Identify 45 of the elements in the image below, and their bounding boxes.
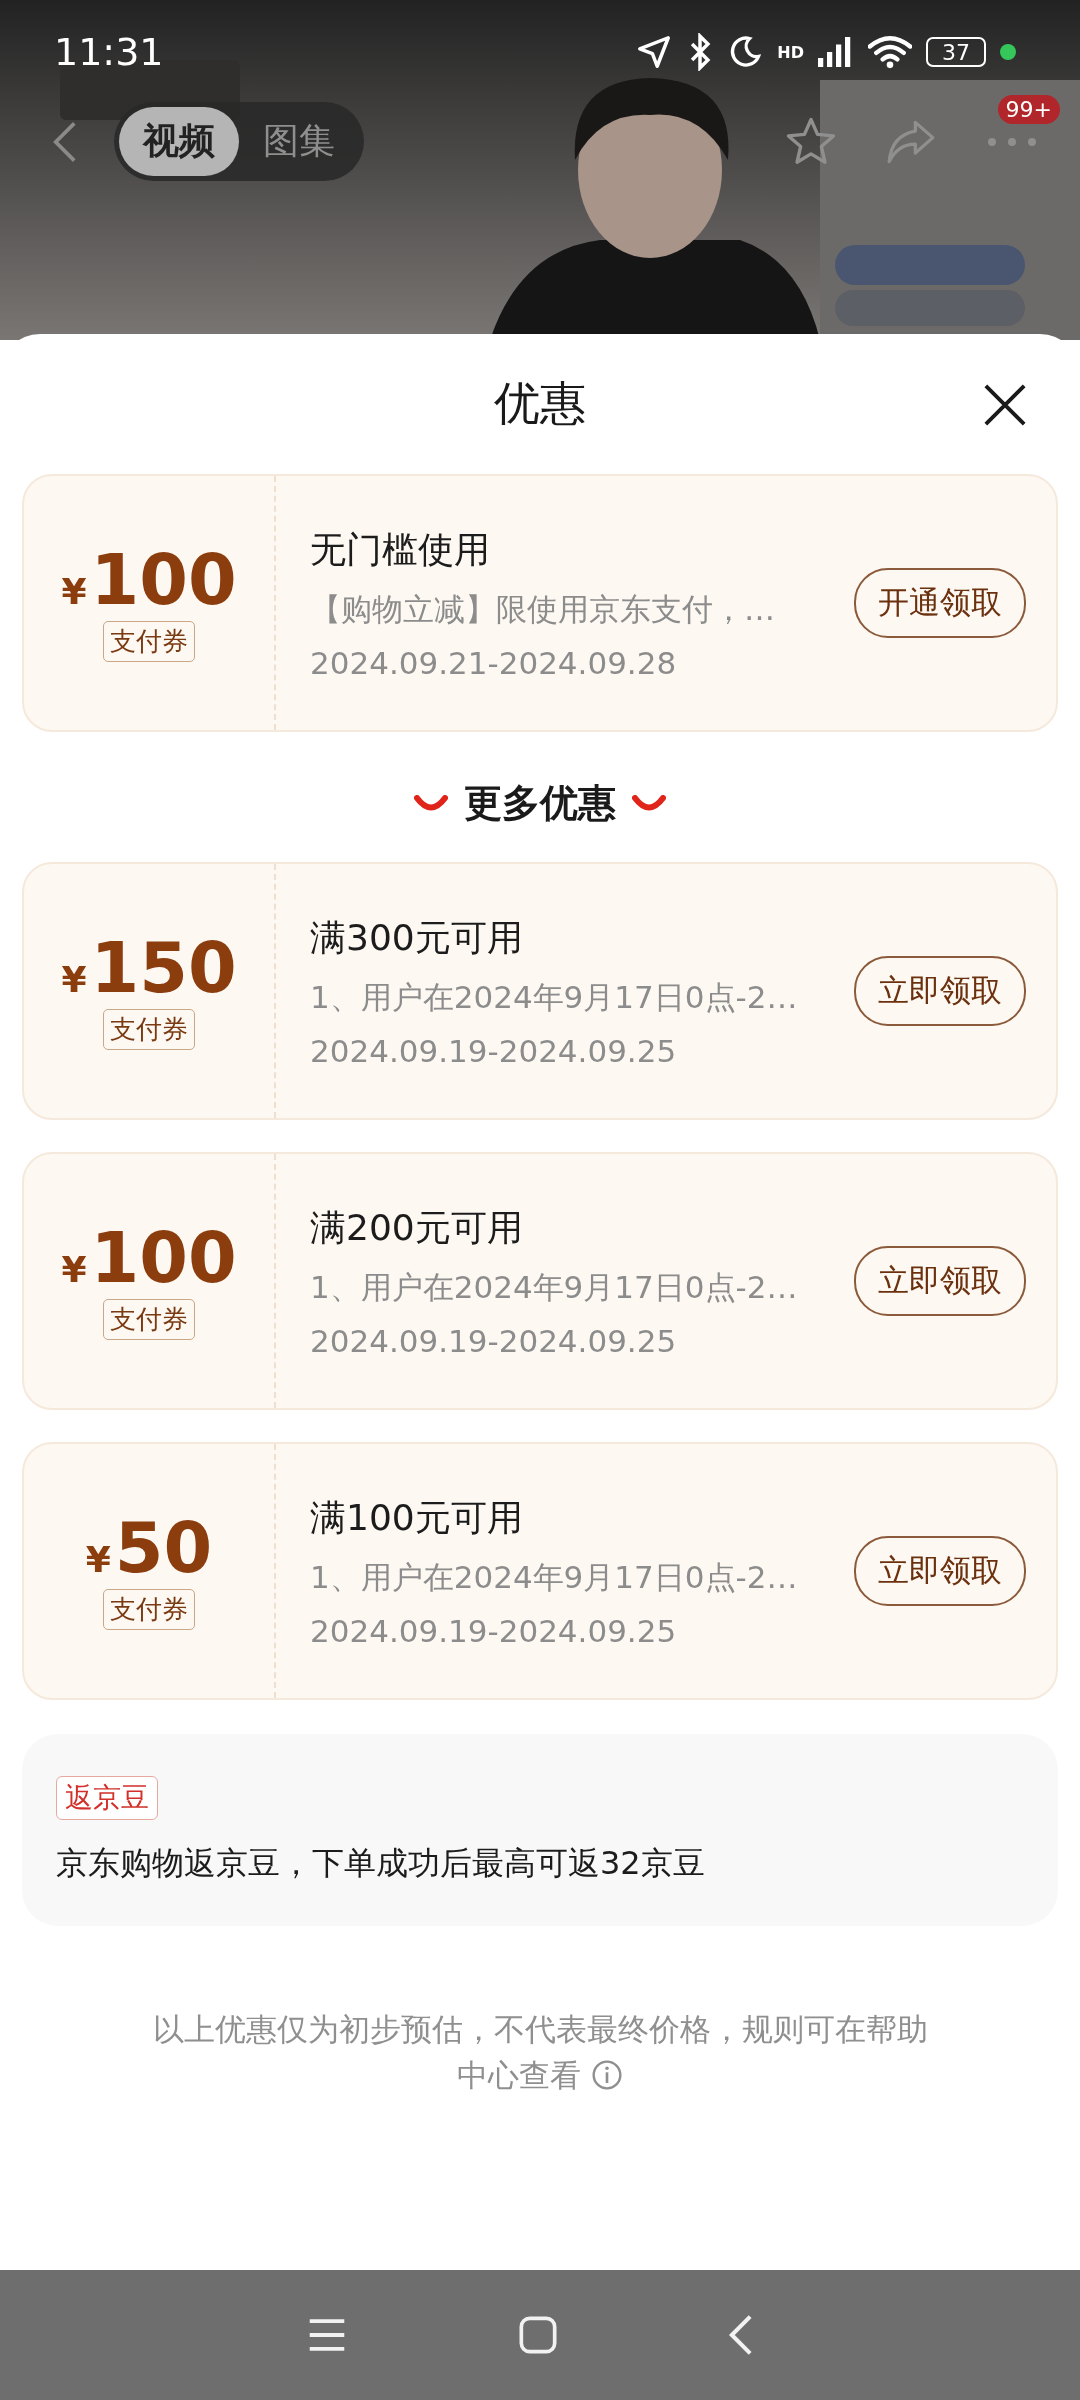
bean-tag: 返京豆 [56,1776,158,1820]
coupon-validity: 2024.09.19-2024.09.25 [310,1032,678,1069]
claim-button[interactable]: 立即领取 [854,1246,1026,1316]
currency-symbol: ¥ [61,570,87,612]
bean-description: 京东购物返京豆，下单成功后最高可返32京豆 [56,1843,705,1884]
info-icon[interactable] [591,2059,623,2091]
coupon-validity: 2024.09.21-2024.09.28 [310,644,678,681]
coupon-amount: 100 [90,1222,237,1293]
coupon-description: 1、用户在2024年9月17日0点-2… [310,977,799,1017]
media-tab[interactable]: 图集 [239,107,359,176]
sheet-title: 优惠 [494,375,586,432]
claim-button[interactable]: 开通领取 [854,568,1026,638]
coupon-type-tag: 支付券 [103,1298,195,1340]
section-heading: 更多优惠 [464,779,616,827]
status-time: 11:31 [54,30,164,74]
currency-symbol: ¥ [61,1248,87,1290]
coupon-description: 1、用户在2024年9月17日0点-2… [310,1557,799,1597]
media-tab[interactable]: 视频 [119,107,239,176]
coupon-amount: 50 [114,1512,213,1583]
battery-indicator: 37 [926,37,986,67]
disclaimer-text: 以上优惠仅为初步预估，不代表最终价格，规则可在帮助中心查看 [151,2010,929,2095]
coupon-type-tag: 支付券 [103,620,195,662]
coupon-title: 满200元可用 [310,1205,524,1250]
network-label: HD [777,42,804,62]
smile-icon [632,795,666,811]
coupon-description: 【购物立减】限使用京东支付，… [310,589,776,629]
coupon-validity: 2024.09.19-2024.09.25 [310,1322,678,1359]
claim-button[interactable]: 立即领取 [854,956,1026,1026]
coupon-amount: 100 [90,544,237,615]
coupon-type-tag: 支付券 [103,1008,195,1050]
coupon-title: 满100元可用 [310,1495,524,1540]
currency-symbol: ¥ [85,1538,111,1580]
home-button[interactable] [518,2315,558,2355]
coupon-title: 满300元可用 [310,915,524,960]
claim-button[interactable]: 立即领取 [854,1536,1026,1606]
nav-back-button[interactable] [728,2313,754,2357]
coupon-description: 1、用户在2024年9月17日0点-2… [310,1267,799,1307]
smile-icon [414,795,448,811]
coupon-amount: 150 [90,932,237,1003]
currency-symbol: ¥ [61,958,87,1000]
coupon-title: 无门槛使用 [310,527,491,572]
close-button[interactable] [982,382,1028,428]
coupon-validity: 2024.09.19-2024.09.25 [310,1612,678,1649]
coupon-type-tag: 支付券 [103,1588,195,1630]
wifi-icon [868,35,912,69]
